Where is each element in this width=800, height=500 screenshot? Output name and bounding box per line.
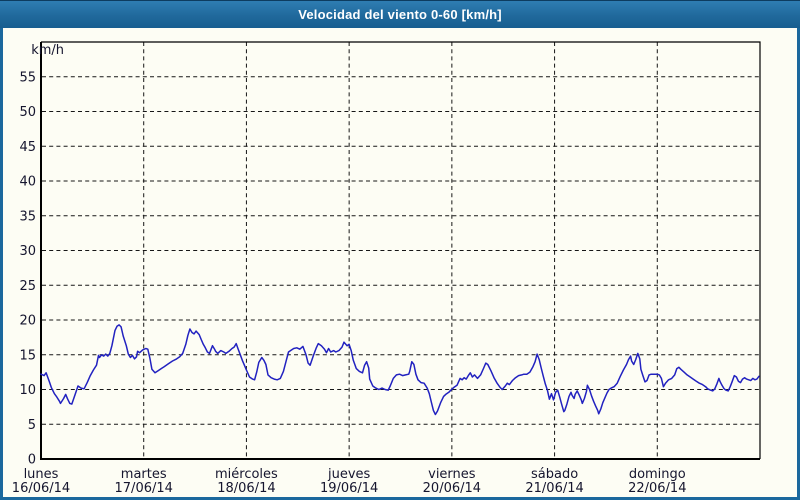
plot-frame <box>40 41 761 460</box>
svg-text:10: 10 <box>19 383 36 398</box>
plot-canvas: 0 5 10 15 20 25 30 35 40 45 50 55 km/h lunes16/06/14 m… <box>12 41 761 496</box>
svg-text:40: 40 <box>19 175 36 190</box>
svg-text:50: 50 <box>19 105 36 120</box>
x-axis-labels: lunes16/06/14 martes17/06/14 miércoles18/0… <box>12 467 687 496</box>
date-label: 17/06/14 <box>115 481 173 496</box>
svg-text:25: 25 <box>19 279 36 294</box>
svg-text:5: 5 <box>28 418 36 433</box>
svg-text:35: 35 <box>19 209 36 224</box>
svg-text:55: 55 <box>19 70 36 85</box>
day-label: martes <box>121 467 167 482</box>
y-axis-unit-label: km/h <box>31 43 64 58</box>
app-window: Velocidad del viento 0-60 [km/h] 0 5 10 15 2… <box>0 0 800 500</box>
svg-text:45: 45 <box>19 140 36 155</box>
day-label: jueves <box>327 467 371 482</box>
day-label: lunes <box>24 467 59 482</box>
date-label: 22/06/14 <box>628 481 686 496</box>
y-axis-labels: 0 5 10 15 20 25 30 35 40 45 50 55 <box>19 70 36 467</box>
svg-text:15: 15 <box>19 348 36 363</box>
day-label: domingo <box>629 467 686 482</box>
day-label: miércoles <box>215 467 278 482</box>
day-label: viernes <box>428 467 476 482</box>
wind-speed-line <box>40 324 760 416</box>
date-label: 18/06/14 <box>217 481 275 496</box>
date-label: 20/06/14 <box>423 481 481 496</box>
wind-speed-chart: 0 5 10 15 20 25 30 35 40 45 50 55 km/h lunes 16/06/14 m… <box>0 0 800 500</box>
svg-text:30: 30 <box>19 244 36 259</box>
day-label: sábado <box>531 467 578 482</box>
date-label: 19/06/14 <box>320 481 378 496</box>
date-label: 21/06/14 <box>525 481 583 496</box>
svg-text:0: 0 <box>28 453 36 468</box>
svg-text:20: 20 <box>19 314 36 329</box>
date-label: 16/06/14 <box>12 481 70 496</box>
grid-lines <box>42 42 760 459</box>
